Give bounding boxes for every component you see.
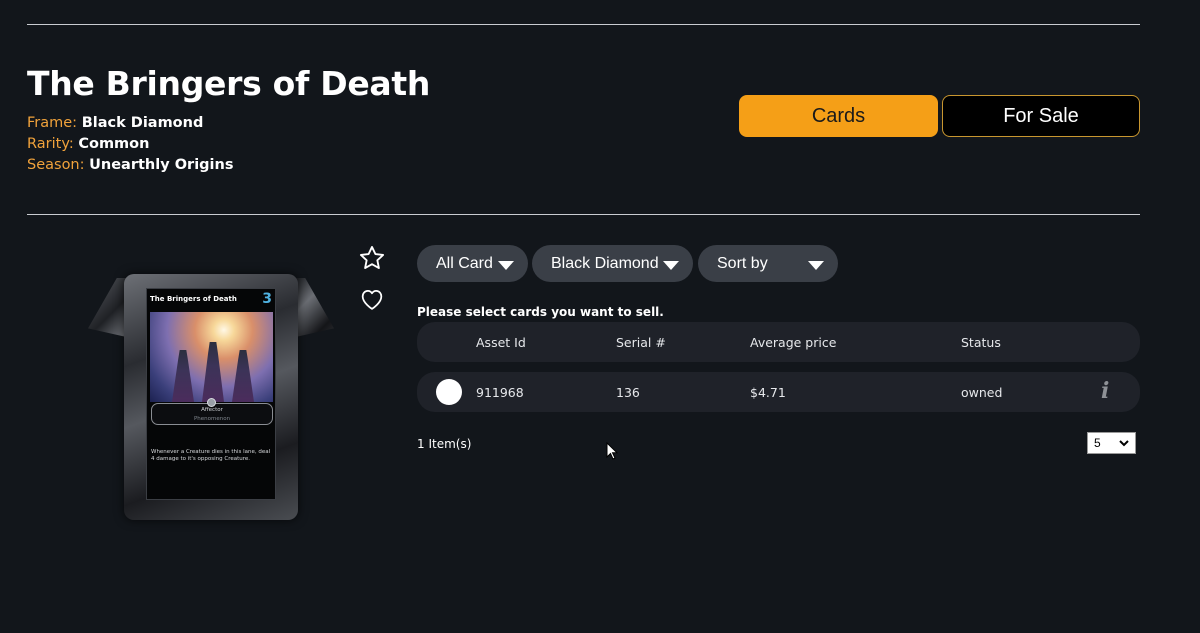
- col-average-price: Average price: [750, 335, 837, 350]
- figure-center: [202, 342, 224, 402]
- tab-for-sale[interactable]: For Sale: [942, 95, 1140, 137]
- rarity-row: Rarity: Common: [27, 134, 233, 155]
- rarity-value: Common: [78, 136, 150, 152]
- chevron-down-icon: [1118, 435, 1130, 457]
- season-value: Unearthly Origins: [89, 157, 234, 173]
- table-row[interactable]: 911968 136 $4.71 owned i: [417, 372, 1140, 412]
- card-face: The Bringers of Death 3 Affector Phenome…: [146, 288, 276, 500]
- frame-row: Frame: Black Diamond: [27, 113, 233, 134]
- table-header: Asset Id Serial # Average price Status: [417, 322, 1140, 362]
- star-icon[interactable]: [358, 244, 386, 272]
- card-illustration: [150, 312, 273, 402]
- card-filter-label: All Card: [436, 254, 493, 272]
- serial-cell: 136: [616, 385, 640, 400]
- col-serial: Serial #: [616, 335, 666, 350]
- sell-instruction: Please select cards you want to sell.: [417, 305, 664, 319]
- status-cell: owned: [961, 385, 1003, 400]
- chevron-down-icon: [808, 261, 824, 270]
- card-face-name: The Bringers of Death: [150, 295, 237, 303]
- heart-icon[interactable]: [358, 285, 386, 313]
- sort-dropdown[interactable]: Sort by: [698, 245, 838, 282]
- chevron-down-icon: [663, 261, 679, 270]
- card-subtype: Phenomenon: [193, 416, 231, 422]
- card-type: Affector: [201, 407, 223, 413]
- card-image: The Bringers of Death 3 Affector Phenome…: [88, 270, 334, 522]
- mouse-cursor-icon: [606, 441, 619, 460]
- tab-cards[interactable]: Cards: [739, 95, 938, 137]
- figure-right: [232, 350, 254, 402]
- price-cell: $4.71: [750, 385, 786, 400]
- frame-filter-dropdown[interactable]: Black Diamond: [532, 245, 693, 282]
- rarity-label: Rarity:: [27, 136, 74, 152]
- figure-left: [172, 350, 194, 402]
- card-filter-dropdown[interactable]: All Card: [417, 245, 528, 282]
- rarity-gem-icon: [207, 398, 216, 407]
- info-icon[interactable]: i: [1101, 378, 1109, 404]
- card-rules-text: Whenever a Creature dies in this lane, d…: [151, 449, 271, 462]
- sort-label: Sort by: [717, 254, 768, 272]
- page-title: The Bringers of Death: [27, 64, 431, 103]
- section-divider: [27, 214, 1140, 215]
- frame-value: Black Diamond: [81, 115, 204, 131]
- frame-filter-label: Black Diamond: [551, 254, 659, 272]
- item-count: 1 Item(s): [417, 437, 472, 451]
- asset-id-cell: 911968: [476, 385, 524, 400]
- card-face-cost: 3: [262, 291, 272, 307]
- select-radio[interactable]: [436, 379, 462, 405]
- season-label: Season:: [27, 157, 85, 173]
- frame-label: Frame:: [27, 115, 78, 131]
- page-size-value: 5: [1094, 436, 1101, 450]
- chevron-down-icon: [498, 261, 514, 270]
- card-meta: Frame: Black Diamond Rarity: Common Seas…: [27, 113, 233, 176]
- col-status: Status: [961, 335, 1001, 350]
- col-asset-id: Asset Id: [476, 335, 526, 350]
- page-size-select[interactable]: 5: [1087, 432, 1136, 454]
- season-row: Season: Unearthly Origins: [27, 155, 233, 176]
- top-divider: [27, 24, 1140, 25]
